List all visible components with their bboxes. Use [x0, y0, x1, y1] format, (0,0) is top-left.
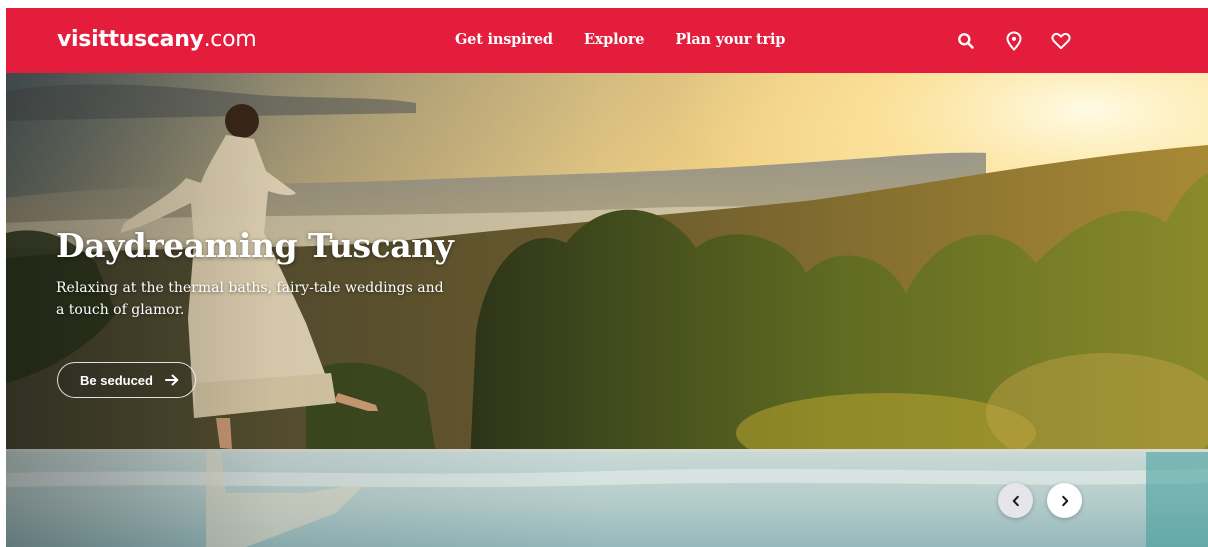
- hero-banner: Daydreaming Tuscany Relaxing at the ther…: [6, 73, 1208, 547]
- be-seduced-button[interactable]: Be seduced: [57, 362, 196, 398]
- heart-icon: [1051, 32, 1071, 50]
- search-button[interactable]: [953, 28, 979, 54]
- search-icon: [958, 33, 974, 49]
- carousel-prev-button[interactable]: [998, 483, 1033, 518]
- location-button[interactable]: [1001, 28, 1027, 54]
- site-logo[interactable]: visittuscany.com: [57, 25, 257, 55]
- chevron-right-icon: [1061, 495, 1068, 506]
- location-pin-icon: [1006, 31, 1022, 51]
- hero-title: Daydreaming Tuscany: [56, 226, 454, 265]
- carousel-next-button[interactable]: [1047, 483, 1082, 518]
- top-navbar: visittuscany.com Get inspired Explore Pl…: [6, 8, 1208, 73]
- logo-brand: visittuscany: [57, 27, 204, 52]
- arrow-right-icon: [164, 374, 179, 386]
- chevron-left-icon: [1012, 495, 1019, 506]
- nav-get-inspired[interactable]: Get inspired: [455, 30, 553, 50]
- nav-explore[interactable]: Explore: [584, 30, 645, 50]
- hero-subtitle: Relaxing at the thermal baths, fairy-tal…: [56, 280, 444, 318]
- nav-plan-your-trip[interactable]: Plan your trip: [675, 30, 785, 50]
- page-frame: visittuscany.com Get inspired Explore Pl…: [6, 8, 1208, 547]
- logo-domain: .com: [203, 27, 257, 52]
- main-nav: Get inspired Explore Plan your trip: [455, 30, 785, 50]
- favorites-button[interactable]: [1048, 28, 1074, 54]
- cta-label: Be seduced: [80, 372, 153, 388]
